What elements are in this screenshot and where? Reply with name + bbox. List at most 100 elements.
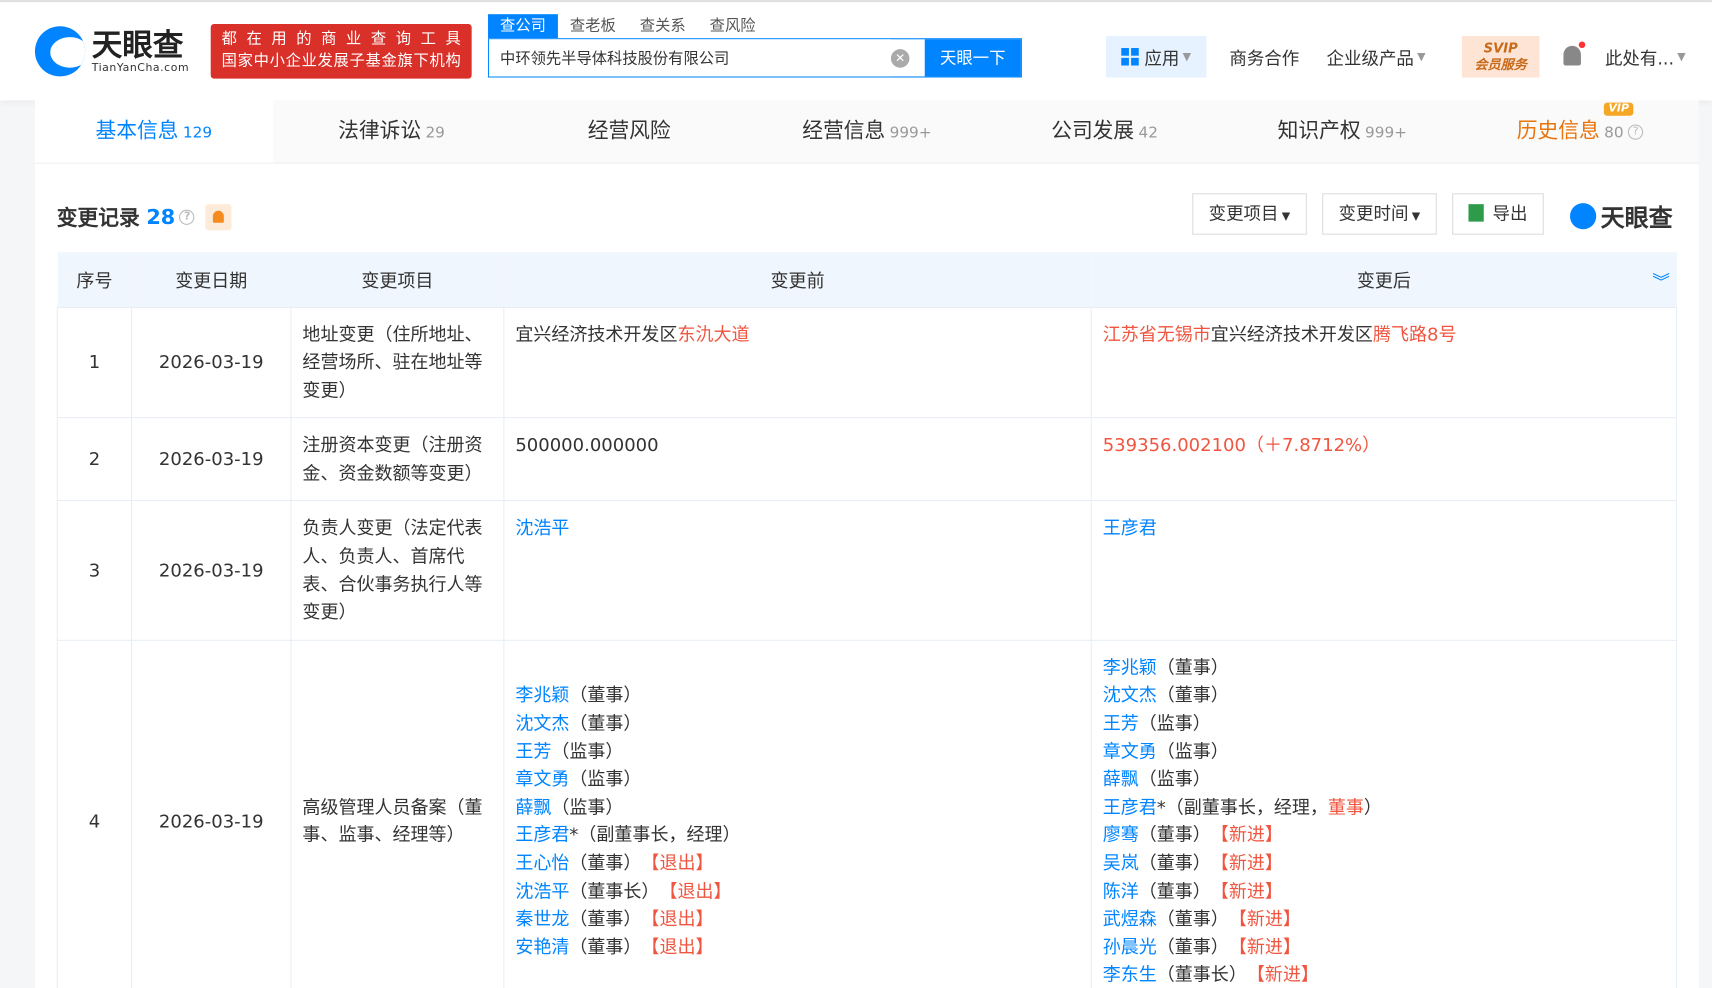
table-row: 4 2026-03-19 高级管理人员备案（董事、监事、经理等） 李兆颖（董事）… bbox=[56, 639, 1678, 988]
person-link[interactable]: 王芳 bbox=[515, 741, 551, 762]
change-text: （董事） bbox=[569, 685, 642, 706]
tab-count: 999+ bbox=[889, 124, 932, 142]
change-line: 沈浩平 bbox=[515, 515, 1079, 543]
search-tab-boss[interactable]: 查老板 bbox=[558, 14, 628, 38]
change-text: （董事长） bbox=[1156, 964, 1256, 986]
cell-item: 地址变更（住所地址、经营场所、驻在地址等变更） bbox=[290, 306, 505, 419]
change-records-table: 序号 变更日期 变更项目 变更前 变更后 ︾ 1 2026-03-19 地址变更（… bbox=[56, 252, 1678, 988]
bell-icon[interactable] bbox=[1563, 41, 1586, 66]
change-text: 500000.000000 bbox=[515, 434, 659, 456]
change-line: 沈浩平（董事长） 【退出】 bbox=[515, 877, 1079, 905]
cell-after: 李兆颖（董事） 沈文杰（董事） 王芳（监事） 章文勇（监事） 薛飘（监事） 王彦君*（副董… bbox=[1090, 639, 1678, 988]
person-link[interactable]: 沈浩平 bbox=[515, 518, 569, 539]
search-input[interactable] bbox=[489, 39, 891, 77]
person-link[interactable]: 孙晨光 bbox=[1103, 937, 1157, 958]
promo-banner[interactable]: 都在用的商业查询工具 国家中小企业发展子基金旗下机构 bbox=[210, 24, 472, 79]
person-link[interactable]: 李兆颖 bbox=[1103, 657, 1157, 678]
logo[interactable]: 天眼查 TianYanCha.com bbox=[34, 26, 189, 77]
cell-date: 2026-03-19 bbox=[131, 417, 292, 502]
change-line: 宜兴经济技术开发区东氿大道 bbox=[515, 320, 1079, 348]
cell-before: 宜兴经济技术开发区东氿大道 bbox=[503, 306, 1092, 419]
col-header-after-text: 变更后 bbox=[1356, 270, 1411, 292]
change-line: 薛飘（监事） bbox=[1103, 766, 1665, 794]
search-tab-relation[interactable]: 查关系 bbox=[628, 14, 698, 38]
cell-no: 4 bbox=[56, 639, 133, 988]
svip-button[interactable]: SVIP 会员服务 bbox=[1461, 36, 1540, 78]
change-records-panel: 变更记录 28? 变更项目 ▼ 变更时间 ▼ 导出 天眼查 序号 变更日期 变更项目 … bbox=[34, 163, 1699, 988]
user-menu[interactable]: 此处有... ▼ bbox=[1605, 36, 1686, 77]
help-icon[interactable]: ? bbox=[179, 209, 195, 225]
search-tab-company[interactable]: 查公司 bbox=[488, 14, 558, 39]
filter-change-item[interactable]: 变更项目 ▼ bbox=[1192, 193, 1307, 235]
person-link[interactable]: 安艳清 bbox=[515, 937, 569, 958]
export-button[interactable]: 导出 bbox=[1452, 193, 1544, 235]
person-link[interactable]: 薛飘 bbox=[515, 797, 551, 818]
change-text: （监事） bbox=[1138, 768, 1211, 790]
change-line: 秦世龙（董事） 【退出】 bbox=[515, 905, 1079, 933]
person-link[interactable]: 沈文杰 bbox=[515, 713, 569, 734]
expand-icon[interactable]: ︾ bbox=[1652, 267, 1669, 293]
tab-2[interactable]: 经营风险 bbox=[510, 100, 748, 162]
tab-1[interactable]: 法律诉讼 29 bbox=[273, 100, 511, 162]
tab-count: 999+ bbox=[1365, 124, 1407, 142]
tab-label: 经营风险 bbox=[587, 119, 671, 144]
person-link[interactable]: 章文勇 bbox=[1103, 741, 1157, 762]
person-link[interactable]: 薛飘 bbox=[1103, 769, 1139, 790]
monitor-bell-icon[interactable] bbox=[205, 203, 232, 230]
col-header-after: 变更后 ︾ bbox=[1091, 252, 1677, 308]
person-link[interactable]: 秦世龙 bbox=[515, 909, 569, 930]
person-link[interactable]: 陈洋 bbox=[1103, 881, 1139, 902]
person-link[interactable]: 李东生 bbox=[1103, 964, 1157, 985]
change-text: 【退出】 bbox=[650, 852, 714, 874]
change-text: 董事 bbox=[1327, 796, 1364, 818]
change-text: （董事） bbox=[569, 936, 651, 958]
person-link[interactable]: 王芳 bbox=[1103, 713, 1139, 734]
change-text: 【新进】 bbox=[1255, 964, 1319, 986]
enterprise-label: 企业级产品 bbox=[1326, 48, 1414, 69]
business-link[interactable]: 商务合作 bbox=[1229, 36, 1299, 77]
person-link[interactable]: 沈文杰 bbox=[1103, 685, 1157, 706]
person-link[interactable]: 廖骞 bbox=[1103, 825, 1139, 846]
clear-icon[interactable]: ✕ bbox=[890, 49, 910, 68]
person-link[interactable]: 章文勇 bbox=[515, 769, 569, 790]
change-text: （监事） bbox=[1138, 712, 1211, 734]
person-link[interactable]: 武煜森 bbox=[1103, 909, 1157, 930]
apps-button[interactable]: 应用 ▼ bbox=[1105, 36, 1207, 78]
change-line: 安艳清（董事） 【退出】 bbox=[515, 933, 1079, 961]
person-link[interactable]: 沈浩平 bbox=[515, 881, 569, 902]
tab-4[interactable]: 公司发展 42 bbox=[986, 100, 1224, 162]
change-text: （监事） bbox=[1156, 740, 1229, 762]
search-tab-risk[interactable]: 查风险 bbox=[698, 14, 768, 38]
person-link[interactable]: 吴岚 bbox=[1103, 853, 1139, 874]
enterprise-menu[interactable]: 企业级产品 ▼ bbox=[1327, 36, 1426, 77]
change-text: （监事） bbox=[551, 796, 624, 818]
banner-line2: 国家中小企业发展子基金旗下机构 bbox=[221, 52, 461, 70]
section-title-text: 变更记录 bbox=[56, 206, 140, 231]
change-text: （董事） bbox=[569, 712, 642, 734]
person-link[interactable]: 王彦君 bbox=[1103, 518, 1157, 539]
cell-after: 江苏省无锡市宜兴经济技术开发区腾飞路8号 bbox=[1090, 306, 1678, 419]
change-text: 宜兴经济技术开发区 bbox=[515, 323, 678, 345]
tab-0[interactable]: 基本信息 129 bbox=[34, 100, 273, 163]
filter-time-label: 变更时间 bbox=[1338, 203, 1409, 224]
change-line: 沈文杰（董事） bbox=[515, 710, 1079, 738]
filter-change-time[interactable]: 变更时间 ▼ bbox=[1322, 193, 1437, 235]
change-text: 【新进】 bbox=[1237, 908, 1301, 930]
person-link[interactable]: 王心怡 bbox=[515, 853, 569, 874]
search-button[interactable]: 天眼一下 bbox=[924, 39, 1021, 77]
cell-after: 王彦君 bbox=[1090, 500, 1678, 641]
tab-5[interactable]: 知识产权 999+ bbox=[1223, 100, 1461, 162]
person-link[interactable]: 王彦君 bbox=[515, 825, 569, 846]
change-text: *（副董事长，经理， bbox=[1156, 796, 1328, 818]
tab-6[interactable]: 历史信息 80? VIP bbox=[1461, 100, 1699, 162]
change-line: 539356.002100（＋7.8712%） bbox=[1103, 432, 1665, 460]
tab-3[interactable]: 经营信息 999+ bbox=[748, 100, 986, 162]
change-line: 王芳（监事） bbox=[1103, 710, 1665, 738]
caret-down-icon: ▼ bbox=[1411, 210, 1421, 223]
person-link[interactable]: 王彦君 bbox=[1103, 797, 1157, 818]
help-icon[interactable]: ? bbox=[1627, 123, 1644, 140]
change-text: 539356.002100（＋7.8712%） bbox=[1102, 434, 1381, 456]
person-link[interactable]: 李兆颖 bbox=[515, 685, 569, 706]
change-text: 【新进】 bbox=[1219, 852, 1283, 874]
change-text: 腾飞路8号 bbox=[1372, 323, 1457, 345]
